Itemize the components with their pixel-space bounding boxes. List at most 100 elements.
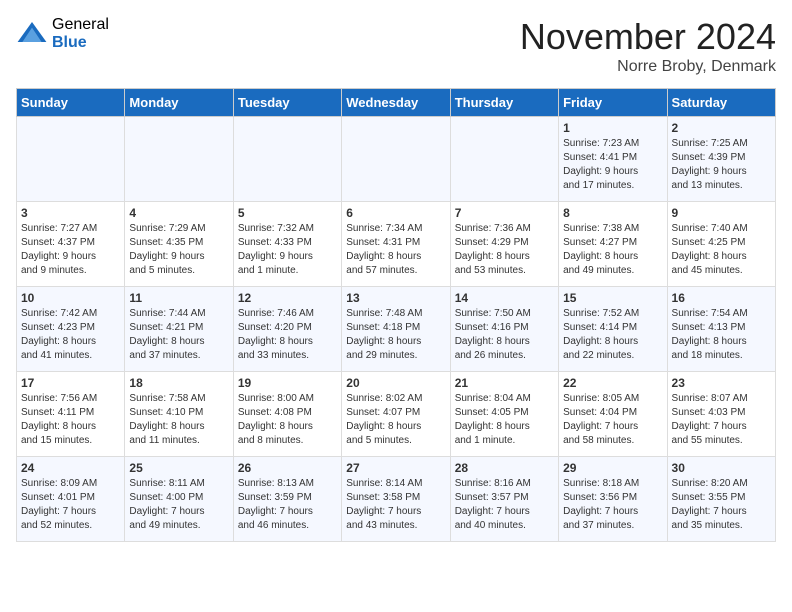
weekday-header: Thursday (450, 89, 558, 117)
calendar-cell: 28 Sunrise: 8:16 AM Sunset: 3:57 PM Dayli… (450, 457, 558, 542)
calendar-cell (17, 117, 125, 202)
calendar-week-row: 24 Sunrise: 8:09 AM Sunset: 4:01 PM Dayli… (17, 457, 776, 542)
calendar-cell (342, 117, 450, 202)
day-number: 11 (129, 291, 228, 305)
weekday-header: Wednesday (342, 89, 450, 117)
day-number: 26 (238, 461, 337, 475)
calendar-cell: 17Sunrise: 7:56 AM Sunset: 4:11 PM Dayli… (17, 372, 125, 457)
calendar-cell: 2 Sunrise: 7:25 AM Sunset: 4:39 PM Daylig… (667, 117, 775, 202)
month-title: November 2024 (520, 16, 776, 58)
calendar-cell: 23 Sunrise: 8:07 AM Sunset: 4:03 PM Dayli… (667, 372, 775, 457)
day-info: Sunrise: 7:54 AM Sunset: 4:13 PM Dayligh… (672, 307, 771, 363)
day-info: Sunrise: 8:11 AM Sunset: 4:00 PM Dayligh… (129, 477, 228, 533)
day-number: 6 (346, 206, 445, 220)
calendar-week-row: 10 Sunrise: 7:42 AM Sunset: 4:23 PM Dayli… (17, 287, 776, 372)
weekday-header: Friday (559, 89, 667, 117)
calendar-week-row: 1 Sunrise: 7:23 AM Sunset: 4:41 PM Daylig… (17, 117, 776, 202)
day-number: 23 (672, 376, 771, 390)
calendar-cell: 26 Sunrise: 8:13 AM Sunset: 3:59 PM Dayli… (233, 457, 341, 542)
day-number: 22 (563, 376, 662, 390)
day-number: 28 (455, 461, 554, 475)
calendar-cell: 6 Sunrise: 7:34 AM Sunset: 4:31 PM Daylig… (342, 202, 450, 287)
day-number: 7 (455, 206, 554, 220)
day-info: Sunrise: 8:20 AM Sunset: 3:55 PM Dayligh… (672, 477, 771, 533)
calendar-cell: 27Sunrise: 8:14 AM Sunset: 3:58 PM Dayli… (342, 457, 450, 542)
calendar-cell: 30 Sunrise: 8:20 AM Sunset: 3:55 PM Dayli… (667, 457, 775, 542)
day-number: 12 (238, 291, 337, 305)
day-number: 21 (455, 376, 554, 390)
day-info: Sunrise: 7:50 AM Sunset: 4:16 PM Dayligh… (455, 307, 554, 363)
calendar-week-row: 17Sunrise: 7:56 AM Sunset: 4:11 PM Dayli… (17, 372, 776, 457)
calendar-cell: 12Sunrise: 7:46 AM Sunset: 4:20 PM Dayli… (233, 287, 341, 372)
calendar-table: SundayMondayTuesdayWednesdayThursdayFrid… (16, 88, 776, 542)
day-number: 18 (129, 376, 228, 390)
day-info: Sunrise: 7:27 AM Sunset: 4:37 PM Dayligh… (21, 222, 120, 278)
day-number: 17 (21, 376, 120, 390)
day-number: 1 (563, 121, 662, 135)
location: Norre Broby, Denmark (520, 58, 776, 76)
day-info: Sunrise: 8:09 AM Sunset: 4:01 PM Dayligh… (21, 477, 120, 533)
logo-general: General (52, 16, 109, 34)
day-info: Sunrise: 7:25 AM Sunset: 4:39 PM Dayligh… (672, 137, 771, 193)
day-info: Sunrise: 7:40 AM Sunset: 4:25 PM Dayligh… (672, 222, 771, 278)
weekday-header: Tuesday (233, 89, 341, 117)
calendar-cell: 3 Sunrise: 7:27 AM Sunset: 4:37 PM Daylig… (17, 202, 125, 287)
logo: General Blue (16, 16, 109, 51)
day-info: Sunrise: 7:52 AM Sunset: 4:14 PM Dayligh… (563, 307, 662, 363)
day-number: 3 (21, 206, 120, 220)
day-number: 24 (21, 461, 120, 475)
day-info: Sunrise: 8:16 AM Sunset: 3:57 PM Dayligh… (455, 477, 554, 533)
day-info: Sunrise: 7:29 AM Sunset: 4:35 PM Dayligh… (129, 222, 228, 278)
day-number: 8 (563, 206, 662, 220)
day-info: Sunrise: 7:36 AM Sunset: 4:29 PM Dayligh… (455, 222, 554, 278)
calendar-cell (125, 117, 233, 202)
day-number: 4 (129, 206, 228, 220)
calendar-cell: 14Sunrise: 7:50 AM Sunset: 4:16 PM Dayli… (450, 287, 558, 372)
day-number: 10 (21, 291, 120, 305)
day-info: Sunrise: 8:13 AM Sunset: 3:59 PM Dayligh… (238, 477, 337, 533)
day-info: Sunrise: 7:23 AM Sunset: 4:41 PM Dayligh… (563, 137, 662, 193)
calendar-cell: 13Sunrise: 7:48 AM Sunset: 4:18 PM Dayli… (342, 287, 450, 372)
day-info: Sunrise: 7:44 AM Sunset: 4:21 PM Dayligh… (129, 307, 228, 363)
day-number: 13 (346, 291, 445, 305)
calendar-cell: 8 Sunrise: 7:38 AM Sunset: 4:27 PM Daylig… (559, 202, 667, 287)
day-number: 30 (672, 461, 771, 475)
calendar-cell: 21Sunrise: 8:04 AM Sunset: 4:05 PM Dayli… (450, 372, 558, 457)
title-section: November 2024 Norre Broby, Denmark (520, 16, 776, 76)
calendar-cell: 7 Sunrise: 7:36 AM Sunset: 4:29 PM Daylig… (450, 202, 558, 287)
day-number: 2 (672, 121, 771, 135)
day-number: 16 (672, 291, 771, 305)
day-number: 29 (563, 461, 662, 475)
logo-blue: Blue (52, 34, 109, 52)
calendar-cell: 5 Sunrise: 7:32 AM Sunset: 4:33 PM Daylig… (233, 202, 341, 287)
header-section: General Blue November 2024 Norre Broby, … (16, 16, 776, 76)
day-info: Sunrise: 7:58 AM Sunset: 4:10 PM Dayligh… (129, 392, 228, 448)
calendar-cell: 24 Sunrise: 8:09 AM Sunset: 4:01 PM Dayli… (17, 457, 125, 542)
day-info: Sunrise: 8:07 AM Sunset: 4:03 PM Dayligh… (672, 392, 771, 448)
day-number: 15 (563, 291, 662, 305)
day-number: 9 (672, 206, 771, 220)
calendar-cell: 25 Sunrise: 8:11 AM Sunset: 4:00 PM Dayli… (125, 457, 233, 542)
weekday-header: Saturday (667, 89, 775, 117)
day-info: Sunrise: 8:18 AM Sunset: 3:56 PM Dayligh… (563, 477, 662, 533)
day-info: Sunrise: 7:32 AM Sunset: 4:33 PM Dayligh… (238, 222, 337, 278)
logo-icon (16, 18, 48, 50)
day-info: Sunrise: 8:00 AM Sunset: 4:08 PM Dayligh… (238, 392, 337, 448)
weekday-header: Monday (125, 89, 233, 117)
calendar-cell: 4 Sunrise: 7:29 AM Sunset: 4:35 PM Daylig… (125, 202, 233, 287)
calendar-cell (450, 117, 558, 202)
day-number: 5 (238, 206, 337, 220)
day-info: Sunrise: 7:38 AM Sunset: 4:27 PM Dayligh… (563, 222, 662, 278)
calendar-cell: 10 Sunrise: 7:42 AM Sunset: 4:23 PM Dayli… (17, 287, 125, 372)
calendar-cell: 9 Sunrise: 7:40 AM Sunset: 4:25 PM Daylig… (667, 202, 775, 287)
day-number: 27 (346, 461, 445, 475)
calendar-week-row: 3 Sunrise: 7:27 AM Sunset: 4:37 PM Daylig… (17, 202, 776, 287)
calendar-cell: 1 Sunrise: 7:23 AM Sunset: 4:41 PM Daylig… (559, 117, 667, 202)
calendar-cell: 22Sunrise: 8:05 AM Sunset: 4:04 PM Dayli… (559, 372, 667, 457)
day-info: Sunrise: 7:42 AM Sunset: 4:23 PM Dayligh… (21, 307, 120, 363)
header-row: SundayMondayTuesdayWednesdayThursdayFrid… (17, 89, 776, 117)
day-number: 25 (129, 461, 228, 475)
day-number: 20 (346, 376, 445, 390)
day-info: Sunrise: 7:34 AM Sunset: 4:31 PM Dayligh… (346, 222, 445, 278)
calendar-cell: 15 Sunrise: 7:52 AM Sunset: 4:14 PM Dayli… (559, 287, 667, 372)
